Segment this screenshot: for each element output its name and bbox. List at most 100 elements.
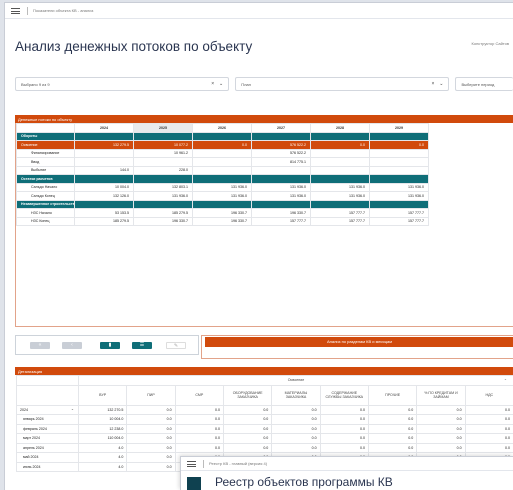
table-cell: 0.0 — [310, 140, 370, 150]
table-cell: 157 777.7 — [369, 208, 429, 218]
table-header-row: Освоение ⌄ — [16, 375, 513, 386]
row-label: май 2024 — [16, 452, 79, 463]
period-select[interactable]: Выберите период — [455, 77, 513, 91]
table-cell — [369, 131, 429, 141]
table-row[interactable]: апрель 2024 4.0 0.0 0.0 0.0 0.0 0.0 0.0 0.0 0.0 — [16, 442, 513, 453]
table-cell: 0.0 — [319, 423, 369, 434]
menu-icon[interactable] — [187, 460, 196, 467]
table-cell: 4.0 — [77, 442, 128, 453]
row-label: Незавершенное строительство — [16, 199, 75, 209]
menu-icon[interactable] — [11, 7, 20, 14]
table-cell: 196 330.7 — [133, 216, 193, 226]
clear-icon[interactable]: × — [432, 81, 435, 87]
table-row[interactable]: Выбытие 144.0 228.0 — [16, 165, 429, 175]
table-cell: 0.0 — [464, 442, 513, 453]
column-header: 2028 — [310, 123, 370, 133]
table-cell: 53 153.5 — [74, 208, 134, 218]
table-cell — [192, 157, 252, 167]
table-cell: 131 936.0 — [251, 182, 311, 192]
table-cell: 132 126.0 — [74, 191, 134, 201]
row-label: апрель 2024 — [16, 442, 79, 453]
table-cell: 0.0 — [416, 442, 466, 453]
detail-panel-header: Детализация — [15, 367, 513, 375]
table-cell: 0.0 — [319, 433, 369, 444]
section-row[interactable]: Обороты — [16, 131, 429, 141]
chevron-down-icon[interactable]: ⌄ — [504, 377, 507, 381]
section-row[interactable]: Остатки расчетов — [16, 174, 429, 184]
column-header: 2026 — [192, 123, 252, 133]
table-cell — [310, 157, 370, 167]
table-cell — [369, 157, 429, 167]
table-cell: 0.0 — [222, 423, 273, 434]
chevron-down-icon[interactable]: ⌄ — [71, 407, 74, 411]
table-row[interactable]: январь 2024 10 004.0 0.0 0.0 0.0 0.0 0.0 0.0 0.0… — [16, 414, 513, 425]
table-cell — [310, 148, 370, 158]
row-label: июнь 2024 — [16, 461, 79, 472]
table-cell: 157 777.7 — [251, 216, 311, 226]
column-header: ВУР — [77, 384, 128, 406]
table-cell: 576 522.2 — [251, 148, 311, 158]
group-label: Освоение — [287, 378, 305, 383]
breadcrumb[interactable]: Показатели объекта КВ - анализ — [33, 8, 93, 13]
chevron-down-icon[interactable]: ⌄ — [439, 81, 443, 87]
row-label: Обороты — [16, 131, 75, 141]
table-cell: 0.0 — [126, 414, 176, 425]
row-label-text: февраль 2024 — [23, 426, 47, 431]
top-bar: Показатели объекта КВ - анализ — [5, 3, 513, 19]
row-label: 2024 ⌄ — [16, 404, 79, 415]
table-cell: 110 004.0 — [77, 433, 128, 444]
overlay-window[interactable]: Реестр КВ - главный (версия 4) Реестр об… — [180, 456, 513, 490]
table-row[interactable]: Ввод 814 775.1 — [16, 157, 429, 167]
table-cell: 0.0 — [174, 404, 224, 415]
edit-button[interactable]: ✎ — [166, 342, 186, 349]
table-cell: 0.0 — [464, 423, 513, 434]
table-cell: 157 777.7 — [310, 216, 370, 226]
group-header[interactable]: Освоение ⌄ — [78, 375, 513, 386]
table-cell: 10 004.0 — [74, 182, 134, 192]
table-cell: 131 936.0 — [369, 191, 429, 201]
table-toolbar: « ‹ ▮ ☰ ✎ — [15, 335, 199, 355]
analysis-by-sections-button[interactable]: Анализ по разделам КВ и месяцам — [205, 337, 513, 347]
table-row[interactable]: Освоение 132 279.5 10 077.2 0.0 576 522.2 0.0… — [16, 140, 429, 150]
table-cell — [310, 199, 370, 209]
object-select[interactable]: Выбрано 9 из 9 × ⌄ — [15, 77, 230, 91]
page-title: Анализ денежных потоков по объекту — [15, 39, 253, 54]
chevron-down-icon[interactable]: ⌄ — [219, 81, 223, 87]
table-row[interactable]: 2024 ⌄ 132 270.5 0.0 0.0 0.0 0.0 0.0 0.0 0.0 0.0 — [16, 404, 513, 415]
table-cell: 0.0 — [271, 423, 321, 434]
breadcrumb[interactable]: Реестр КВ - главный (версия 4) — [209, 461, 267, 466]
table-cell — [74, 157, 134, 167]
column-header: ПРОЧИЕ — [367, 384, 418, 406]
table-header-row: ВУР ПИР СМР ОБОРУДОВАНИЕ ЗАКАЗЧИКА МАТЕР… — [16, 384, 513, 406]
table-cell: 131 936.0 — [310, 191, 370, 201]
table-cell: 0.0 — [126, 442, 176, 453]
table-cell: 0.0 — [367, 442, 418, 453]
first-page-button[interactable]: « — [30, 342, 50, 349]
row-label-text: апрель 2024 — [23, 445, 44, 450]
table-row[interactable]: февраль 2024 12 238.0 0.0 0.0 0.0 0.0 0.0 0.0 0.… — [16, 423, 513, 434]
table-cell — [133, 157, 193, 167]
table-cell: 157 777.7 — [369, 216, 429, 226]
table-row[interactable]: НЗС Конец 185 279.5 196 330.7 196 330.7 157 … — [16, 216, 429, 226]
table-cell: 0.0 — [126, 461, 176, 472]
table-cell — [369, 199, 429, 209]
table-cell: 0.0 — [319, 442, 369, 453]
table-row[interactable]: Сальдо Начало 10 004.0 132 803.1 131 936.0 1… — [16, 182, 429, 192]
document-button[interactable]: ▮ — [100, 342, 120, 349]
section-row[interactable]: Незавершенное строительство — [16, 199, 429, 209]
table-row[interactable]: НЗС Начало 53 153.5 185 279.5 196 330.7 196 … — [16, 208, 429, 218]
select-placeholder: Выберите период — [461, 82, 495, 87]
scenario-select[interactable]: План × ⌄ — [235, 77, 450, 91]
prev-page-button[interactable]: ‹ — [62, 342, 82, 349]
table-row[interactable]: март 2024 110 004.0 0.0 0.0 0.0 0.0 0.0 0.0 0.0 0… — [16, 433, 513, 444]
header-button[interactable]: Конструктор Сайтов — [472, 41, 509, 46]
row-label: НЗС Конец — [16, 216, 75, 226]
table-cell — [192, 165, 252, 175]
table-row[interactable]: Финансирование 10 961.2 576 522.2 — [16, 148, 429, 158]
clear-icon[interactable]: × — [211, 81, 214, 87]
table-row[interactable]: Сальдо Конец 132 126.0 131 936.0 131 936.0 1… — [16, 191, 429, 201]
divider — [27, 6, 28, 15]
list-view-button[interactable]: ☰ — [132, 342, 152, 349]
table-cell: 12 238.0 — [77, 423, 128, 434]
row-label: Ввод — [16, 157, 75, 167]
